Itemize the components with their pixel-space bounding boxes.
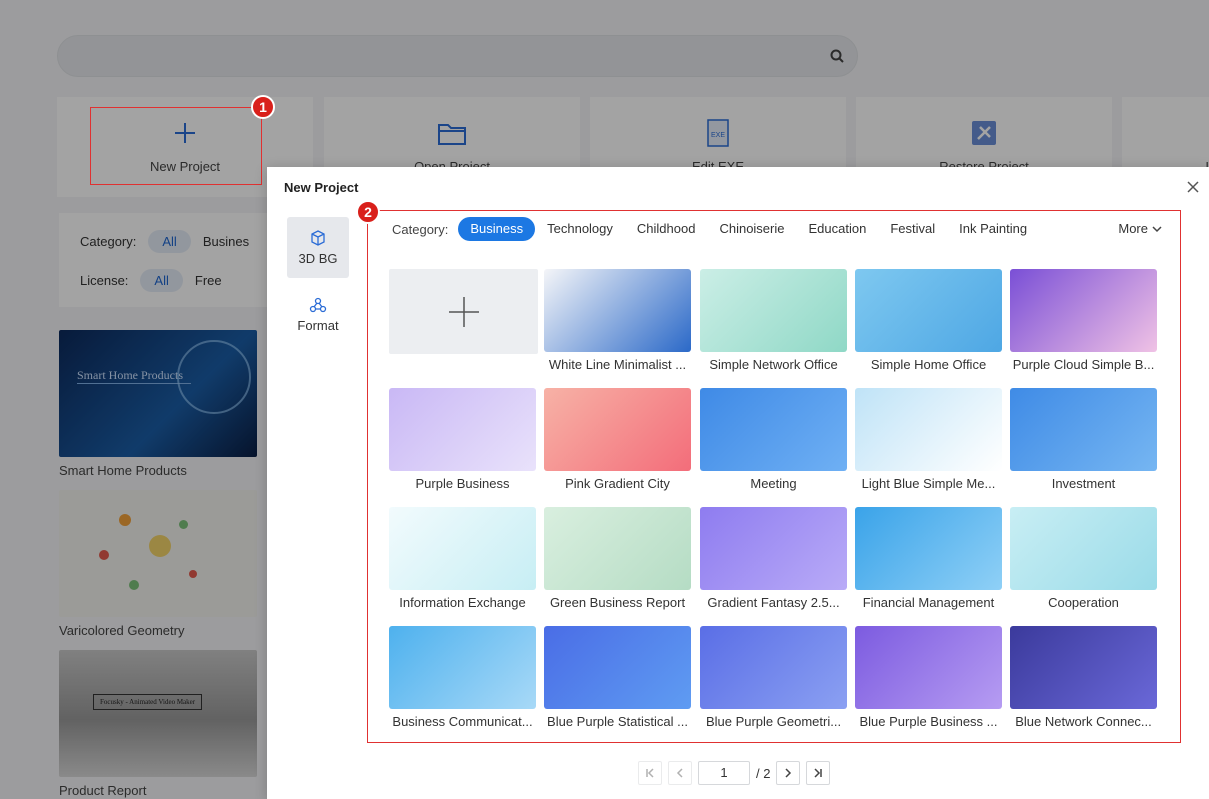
sidebar-item-label: Format	[297, 318, 339, 333]
template-card[interactable]: Blue Purple Business ...	[855, 626, 1002, 729]
template-thumbnail	[544, 626, 691, 709]
template-thumbnail	[855, 507, 1002, 590]
category-chinoiserie[interactable]: Chinoiserie	[707, 217, 796, 241]
template-card[interactable]: White Line Minimalist ...	[544, 269, 691, 372]
template-card[interactable]: Purple Cloud Simple B...	[1010, 269, 1157, 372]
pagination: 1 / 2	[638, 761, 831, 785]
first-page-icon	[646, 768, 654, 778]
chevron-left-icon	[676, 768, 683, 778]
template-card[interactable]: Blue Network Connec...	[1010, 626, 1157, 729]
prev-page-button[interactable]	[668, 761, 692, 785]
blank-project-card[interactable]	[389, 269, 538, 354]
template-card[interactable]: Gradient Fantasy 2.5...	[700, 507, 847, 610]
template-title: Green Business Report	[549, 595, 686, 610]
template-title: Blue Purple Geometri...	[705, 714, 842, 729]
page-number-input[interactable]: 1	[698, 761, 750, 785]
next-page-button[interactable]	[776, 761, 801, 785]
template-card[interactable]: Pink Gradient City	[544, 388, 691, 491]
template-title: Cooperation	[1048, 595, 1119, 610]
template-thumbnail	[700, 626, 847, 709]
template-thumbnail	[544, 507, 691, 590]
template-thumbnail	[1010, 388, 1157, 471]
template-title: Blue Purple Business ...	[859, 714, 998, 729]
plus-icon	[448, 296, 479, 327]
template-thumbnail	[389, 507, 536, 590]
template-card[interactable]: Business Communicat...	[389, 626, 536, 729]
template-thumbnail	[544, 388, 691, 471]
annotation-badge-2: 2	[356, 200, 380, 224]
template-card[interactable]: Blue Purple Statistical ...	[544, 626, 691, 729]
template-title: Purple Cloud Simple B...	[1012, 357, 1155, 372]
dialog-title: New Project	[284, 180, 359, 195]
template-thumbnail	[700, 507, 847, 590]
first-page-button[interactable]	[638, 761, 662, 785]
close-icon[interactable]	[1185, 179, 1201, 195]
chevron-down-icon	[1152, 226, 1162, 233]
template-title: Meeting	[750, 476, 797, 491]
last-page-button[interactable]	[806, 761, 831, 785]
more-categories-button[interactable]: More	[1118, 217, 1162, 241]
category-ink-painting[interactable]: Ink Painting	[947, 217, 1039, 241]
sidebar-item-label: 3D BG	[298, 251, 338, 266]
template-card[interactable]: Light Blue Simple Me...	[855, 388, 1002, 491]
template-thumbnail	[1010, 269, 1157, 352]
category-technology[interactable]: Technology	[535, 217, 625, 241]
template-thumbnail	[1010, 507, 1157, 590]
template-title: Information Exchange	[399, 595, 526, 610]
template-title: Financial Management	[862, 595, 995, 610]
template-card[interactable]: Cooperation	[1010, 507, 1157, 610]
template-card[interactable]: Investment	[1010, 388, 1157, 491]
template-card[interactable]: Information Exchange	[389, 507, 536, 610]
template-thumbnail	[855, 269, 1002, 352]
template-title: Business Communicat...	[392, 714, 533, 729]
template-title: Light Blue Simple Me...	[861, 476, 996, 491]
category-childhood[interactable]: Childhood	[625, 217, 708, 241]
template-title: Blue Network Connec...	[1015, 714, 1152, 729]
template-title: White Line Minimalist ...	[548, 357, 687, 372]
template-thumbnail	[855, 626, 1002, 709]
template-card[interactable]: Green Business Report	[544, 507, 691, 610]
page-total: / 2	[756, 765, 771, 781]
sidebar-item-3d-bg[interactable]: 3D BG	[287, 217, 349, 278]
template-title: Simple Home Office	[870, 357, 987, 372]
format-nodes-icon	[309, 297, 327, 313]
category-label: Category:	[392, 221, 449, 237]
dialog-sidebar: 3D BG Format	[287, 217, 349, 345]
new-project-dialog: New Project 3D BG Format Category: Busin…	[267, 167, 1209, 799]
template-thumbnail	[855, 388, 1002, 471]
sidebar-item-format[interactable]: Format	[287, 284, 349, 345]
chevron-right-icon	[785, 768, 792, 778]
template-card[interactable]: Meeting	[700, 388, 847, 491]
cube-icon	[311, 230, 325, 246]
category-business[interactable]: Business	[458, 217, 536, 241]
template-card[interactable]: Purple Business	[389, 388, 536, 491]
template-thumbnail	[389, 626, 536, 709]
template-title: Purple Business	[415, 476, 510, 491]
template-thumbnail	[700, 388, 847, 471]
template-title: Pink Gradient City	[565, 476, 670, 491]
more-label: More	[1118, 221, 1148, 236]
template-thumbnail	[544, 269, 691, 352]
template-title: Gradient Fantasy 2.5...	[707, 595, 840, 610]
template-card[interactable]: Simple Network Office	[700, 269, 847, 372]
category-education[interactable]: Education	[797, 217, 879, 241]
template-thumbnail	[389, 388, 536, 471]
template-title: Blue Purple Statistical ...	[547, 714, 688, 729]
template-title: Investment	[1051, 476, 1116, 491]
category-festival[interactable]: Festival	[878, 217, 947, 241]
template-thumbnail	[700, 269, 847, 352]
annotation-badge-1: 1	[251, 95, 275, 119]
last-page-icon	[814, 768, 823, 778]
category-bar: Category: Business Technology Childhood …	[392, 217, 1162, 241]
template-card[interactable]: Blue Purple Geometri...	[700, 626, 847, 729]
template-card[interactable]: Simple Home Office	[855, 269, 1002, 372]
template-thumbnail	[1010, 626, 1157, 709]
annotation-highlight-new-project	[90, 107, 262, 185]
template-card[interactable]: Financial Management	[855, 507, 1002, 610]
template-title: Simple Network Office	[709, 357, 838, 372]
